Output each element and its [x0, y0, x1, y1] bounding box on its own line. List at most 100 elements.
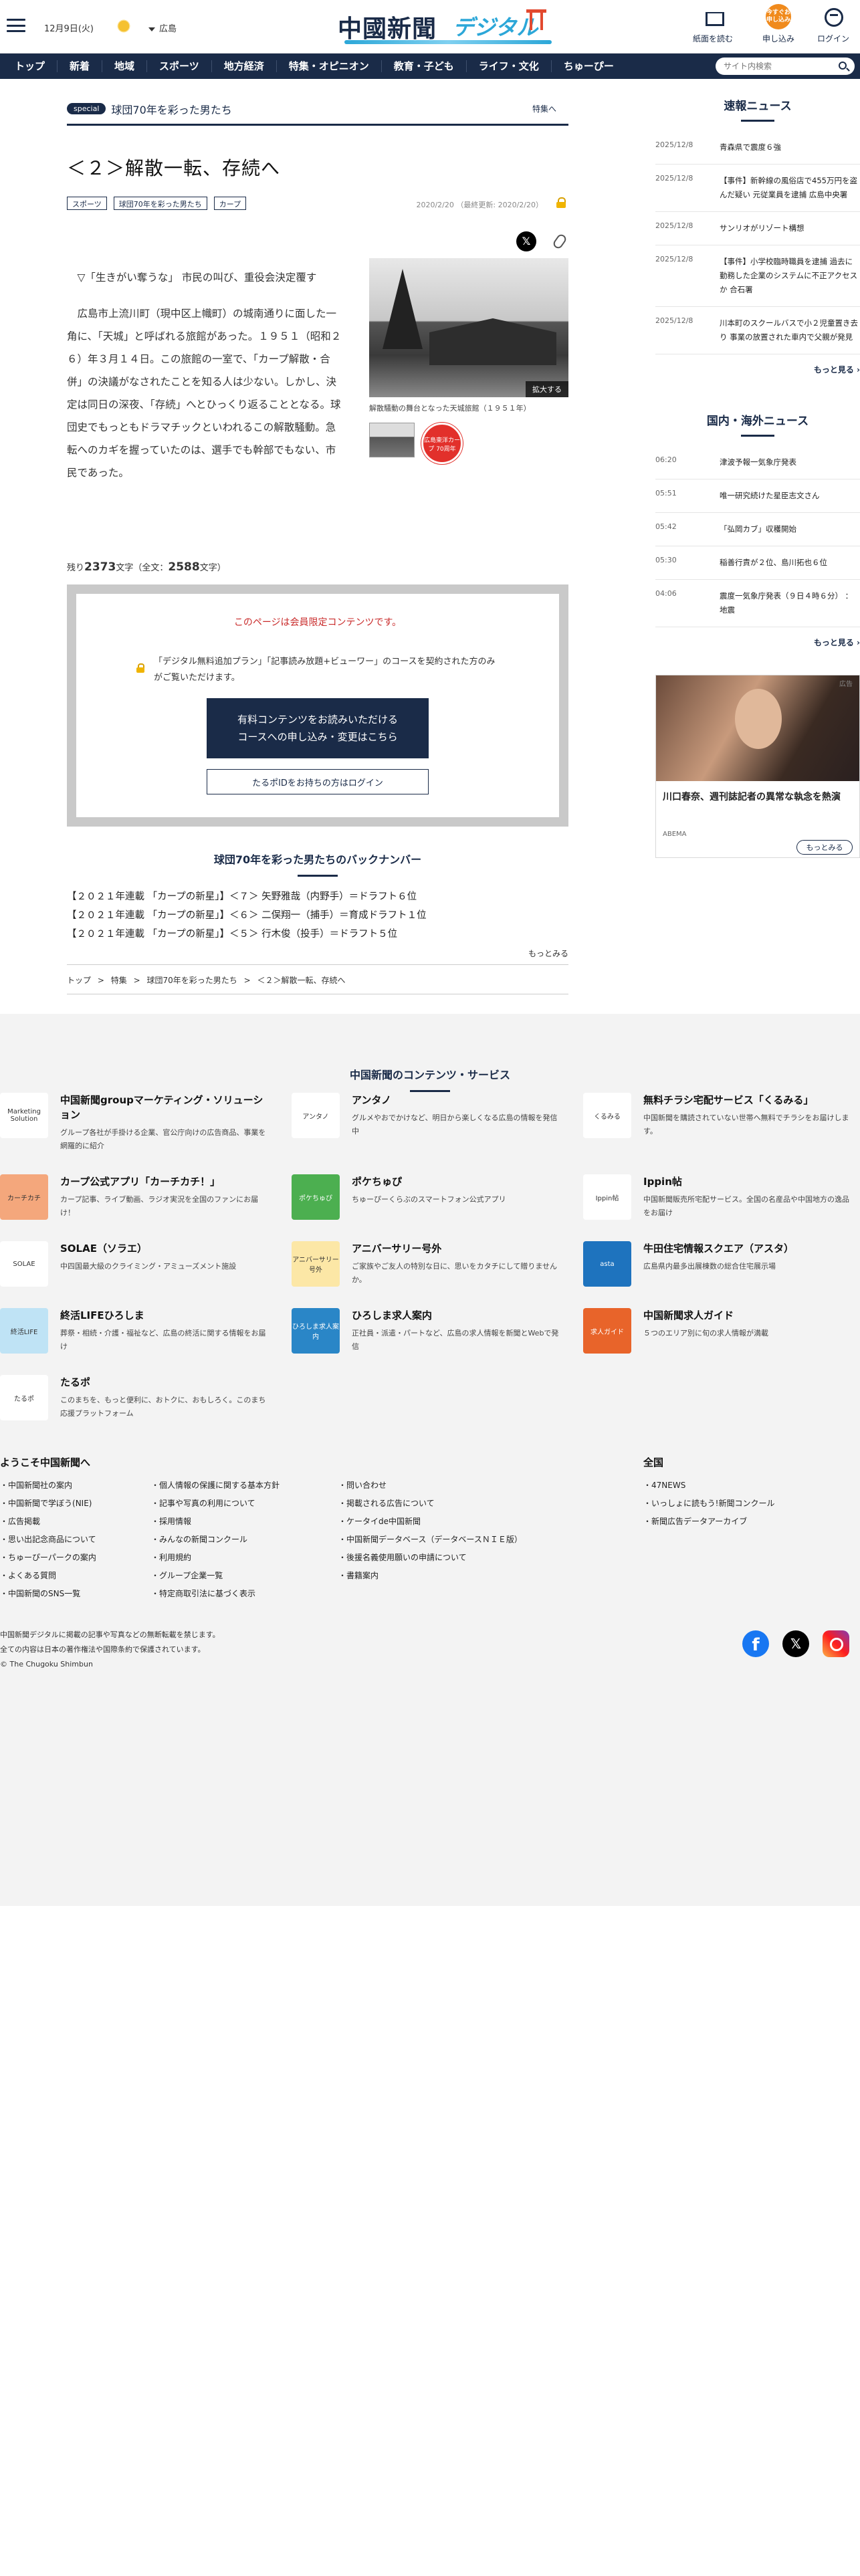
footer-link[interactable]: 中国新聞のSNS一覧: [0, 1585, 96, 1603]
news-item[interactable]: 2025/12/8 青森県で震度６強: [655, 131, 860, 165]
footer-link[interactable]: 中国新聞で学ぼう(NIE): [0, 1495, 96, 1513]
tag-series[interactable]: 球団70年を彩った男たち: [113, 197, 207, 210]
service-card[interactable]: ひろしま求人案内 ひろしま求人案内 正社員・派遣・パートなど、広島の求人情報を新…: [292, 1308, 559, 1368]
nav-item-economy[interactable]: 地方経済: [212, 60, 277, 72]
photo-thumbnail-1[interactable]: [369, 423, 415, 457]
news-item[interactable]: 04:06 震度一気象庁発表（９日４時６分） ：地震: [655, 580, 860, 627]
footer-link[interactable]: よくある質問: [0, 1567, 96, 1585]
region-selector[interactable]: 広島: [148, 21, 177, 34]
breaking-news-underline: [741, 120, 774, 122]
footer-link[interactable]: 利用規約: [151, 1549, 280, 1567]
special-feature-link[interactable]: 特集へ: [532, 103, 556, 114]
service-card[interactable]: たるポ たるポ このまちを、もっと便利に、おトクに、おもしろく。このまち応援プラ…: [0, 1375, 267, 1435]
footer-link[interactable]: 思い出記念商品について: [0, 1531, 96, 1549]
footer-link[interactable]: 後援名義使用願いの申請について: [338, 1549, 522, 1567]
subscribe-button[interactable]: 有料コンテンツをお読みいただける コースへの申し込み・変更はこちら: [207, 698, 429, 758]
backnumber-item[interactable]: 【２０２１年連載 「カープの新星」】＜６＞ 二俣翔一（捕手）＝育成ドラフト１位: [67, 906, 568, 925]
footer-link[interactable]: 書籍案内: [338, 1567, 522, 1585]
footer-link[interactable]: 個人情報の保護に関する基本方針: [151, 1477, 280, 1495]
search-icon[interactable]: [839, 62, 847, 70]
special-title[interactable]: 球団70年を彩った男たち: [111, 101, 231, 117]
nav-item-new[interactable]: 新着: [58, 60, 103, 72]
tag-carp[interactable]: カープ: [213, 197, 247, 210]
footer-link[interactable]: 記事や写真の利用について: [151, 1495, 280, 1513]
nav-item-education[interactable]: 教育・子ども: [382, 60, 467, 72]
breaking-more-link[interactable]: もっと見る ›: [655, 364, 860, 375]
hamburger-menu-icon[interactable]: [7, 19, 25, 32]
news-item[interactable]: 2025/12/8 川本町のスクールバスで小２児童置き去り 事業の放置された車内で…: [655, 307, 860, 354]
intl-more-link[interactable]: もっと見る ›: [655, 637, 860, 648]
service-card[interactable]: ポケちゅぴ ポケちゅぴ ちゅーぴーくらぶのスマートフォン公式アプリ: [292, 1174, 559, 1235]
site-search-input[interactable]: [716, 58, 855, 75]
footer-link[interactable]: 掲載される広告について: [338, 1495, 522, 1513]
service-card[interactable]: asta 牛田住宅情報スクエア（アスタ） 広島県内最多出展棟数の総合住宅展示場: [583, 1241, 851, 1301]
service-desc: カープ記事、ライブ動画、ラジオ実況を全国のファンにお届け！: [60, 1195, 259, 1217]
footer-link[interactable]: 中国新聞データベース（データベースＮＩＥ版）: [338, 1531, 522, 1549]
site-logo[interactable]: 中國新聞 デジタル: [338, 7, 558, 47]
nav-item-sports[interactable]: スポーツ: [147, 60, 212, 72]
backnumber-more-link[interactable]: もっとみる: [67, 948, 568, 959]
footer-link[interactable]: 47NEWS: [643, 1477, 774, 1495]
news-item[interactable]: 05:42 「弘岡カブ」収穫開始: [655, 513, 860, 546]
tag-sports[interactable]: スポーツ: [67, 197, 107, 210]
copyright-line-2: 全ての内容は日本の著作権法や国際条約で保護されています。: [0, 1645, 205, 1654]
nav-item-region[interactable]: 地域: [102, 60, 148, 72]
service-card[interactable]: Ippin帖 Ippin帖 中国新聞販売所宅配サービス。全国の名産品や中国地方の…: [583, 1174, 851, 1235]
footer-link[interactable]: みんなの新聞コンクール: [151, 1531, 280, 1549]
service-card[interactable]: アニバーサリー号外 アニバーサリー号外 ご家族やご友人の特別な日に、思いをカタチ…: [292, 1241, 559, 1301]
ad-image[interactable]: [656, 675, 859, 781]
footer-link[interactable]: いっしょに読もう!新聞コンクール: [643, 1495, 774, 1513]
tarupo-login-button[interactable]: たるポIDをお持ちの方はログイン: [207, 769, 429, 794]
nav-item-chupy[interactable]: ちゅーぴー: [552, 60, 626, 72]
backnumber-item[interactable]: 【２０２１年連載 「カープの新星」】＜７＞ 矢野雅哉（内野手）＝ドラフト６位: [67, 887, 568, 906]
news-item[interactable]: 05:30 稲善行責が２位、島川拓也６位: [655, 546, 860, 580]
article-photo[interactable]: 拡大する: [369, 258, 568, 397]
service-card[interactable]: 求人ガイド 中国新聞求人ガイド ５つのエリア別に旬の求人情報が満載: [583, 1308, 851, 1368]
enlarge-button[interactable]: 拡大する: [526, 381, 568, 397]
footer-link[interactable]: 採用情報: [151, 1513, 280, 1531]
footer-link[interactable]: ちゅーぴーパークの案内: [0, 1549, 96, 1567]
sidebar-ad[interactable]: 広告 川口春奈、週刊誌記者の異常な執念を熱演 ABEMA もっとみる: [655, 675, 860, 858]
news-item[interactable]: 2025/12/8 【事件】新幹線の風俗店で455万円を盗んだ疑い 元従業員を逮捕…: [655, 165, 860, 212]
backnumber-item[interactable]: 【２０２１年連載 「カープの新星」】＜５＞ 行木俊（投手）＝ドラフト５位: [67, 925, 568, 944]
nav-item-life[interactable]: ライフ・文化: [467, 60, 552, 72]
breadcrumb-feature[interactable]: 特集: [111, 976, 127, 985]
news-item[interactable]: 05:51 唯一研究続けた星臣志文さん: [655, 479, 860, 513]
ad-title[interactable]: 川口春奈、週刊誌記者の異常な執念を熱演: [663, 790, 850, 804]
footer-link[interactable]: 新聞広告データアーカイブ: [643, 1513, 774, 1531]
service-card[interactable]: Marketing Solution 中国新聞groupマーケティング・ソリュー…: [0, 1093, 267, 1153]
nav-item-top[interactable]: トップ: [3, 60, 58, 72]
breadcrumb-top[interactable]: トップ: [67, 976, 91, 985]
footer-link[interactable]: 中国新聞社の案内: [0, 1477, 96, 1495]
x-social-icon[interactable]: 𝕏: [782, 1630, 809, 1657]
service-kyujin-icon: ひろしま求人案内: [292, 1308, 340, 1354]
instagram-icon[interactable]: [823, 1630, 849, 1657]
service-card[interactable]: くるみる 無料チラシ宅配サービス「くるみる」 中国新聞を購読されていない世帯へ無…: [583, 1093, 851, 1153]
footer-link[interactable]: 問い合わせ: [338, 1477, 522, 1495]
login-button[interactable]: ログイン: [807, 4, 860, 44]
ad-more-button[interactable]: もっとみる: [796, 840, 853, 855]
news-date: 2025/12/8: [655, 255, 693, 263]
footer-link[interactable]: ケータイde中国新聞: [338, 1513, 522, 1531]
footer-link[interactable]: 特定商取引法に基づく表示: [151, 1585, 280, 1603]
news-title: 稲善行責が２位、島川拓也６位: [720, 558, 827, 567]
share-x-icon[interactable]: 𝕏: [516, 231, 536, 251]
chevron-right-icon: ›: [857, 365, 860, 374]
service-card[interactable]: アンタノ アンタノ グルメやおでかけなど、明日から楽しくなる広島の情報を発信中: [292, 1093, 559, 1153]
service-card[interactable]: 終活LIFE 終活LIFEひろしま 葬祭・相続・介護・福祉など、広島の終活に関す…: [0, 1308, 267, 1368]
copy-link-icon[interactable]: [551, 232, 568, 251]
breadcrumb-series[interactable]: 球団70年を彩った男たち: [146, 976, 237, 985]
news-item[interactable]: 2025/12/8 サンリオがリゾート構想: [655, 212, 860, 245]
photo-thumbnail-2[interactable]: 広島東洋カープ 70周年: [421, 423, 463, 464]
service-card[interactable]: カーチカチ カープ公式アプリ「カーチカチ！」 カープ記事、ライブ動画、ラジオ実況…: [0, 1174, 267, 1235]
read-paper-button[interactable]: 紙面を読む: [686, 4, 740, 44]
footer-link[interactable]: グループ企業一覧: [151, 1567, 280, 1585]
region-label: 広島: [159, 24, 177, 34]
facebook-icon[interactable]: f: [742, 1630, 769, 1657]
news-item[interactable]: 06:20 津波予報一気象庁発表: [655, 446, 860, 479]
nav-item-opinion[interactable]: 特集・オピニオン: [277, 60, 382, 72]
news-item[interactable]: 2025/12/8 【事件】小学校臨時職員を逮捕 過去に勤務した企業のシステムに不…: [655, 245, 860, 307]
service-card[interactable]: SOLAE SOLAE（ソラエ） 中四国最大級のクライミング・アミューズメント施…: [0, 1241, 267, 1301]
footer-link[interactable]: 広告掲載: [0, 1513, 96, 1531]
apply-button[interactable]: 今すぐお申し込み 申し込み: [752, 4, 805, 44]
